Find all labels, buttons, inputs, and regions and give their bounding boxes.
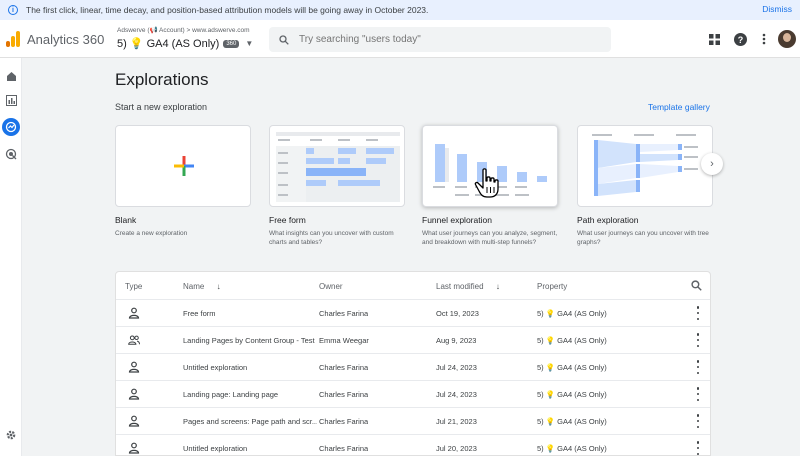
row-name[interactable]: Pages and screens: Page path and scr... <box>183 417 317 426</box>
avatar[interactable] <box>778 30 796 48</box>
row-more-vert-icon[interactable] <box>695 360 701 374</box>
left-nav-rail <box>0 58 22 456</box>
row-modified: Jul 21, 2023 <box>436 417 477 426</box>
property-badge: 360 <box>223 39 240 48</box>
col-header-name[interactable]: Name ↓ <box>183 282 221 291</box>
search-input[interactable] <box>299 34 599 45</box>
row-name[interactable]: Landing Pages by Content Group - Test <box>183 336 317 345</box>
row-property: 5) 💡 GA4 (AS Only) <box>537 417 607 426</box>
account-breadcrumb[interactable]: Adswerve (📢 Account) > www.adswerve.com <box>117 26 250 34</box>
row-modified: Jul 24, 2023 <box>436 363 477 372</box>
person-icon <box>128 415 140 427</box>
analytics-logo-icon[interactable] <box>6 31 20 47</box>
person-icon <box>128 361 140 373</box>
template-gallery-link[interactable]: Template gallery <box>648 102 710 112</box>
person-icon <box>128 307 140 319</box>
table-row[interactable]: Untitled exploration Charles Farina Jul … <box>116 353 710 380</box>
template-card-blank[interactable] <box>115 125 251 207</box>
template-title: Blank <box>115 215 137 225</box>
template-desc: What insights can you uncover with custo… <box>269 230 394 246</box>
home-icon[interactable] <box>2 67 20 85</box>
help-icon[interactable]: ? <box>733 32 747 46</box>
chevron-right-icon: › <box>710 158 714 170</box>
dismiss-button[interactable]: Dismiss <box>762 4 792 14</box>
free-form-preview-icon <box>276 132 400 202</box>
plus-icon <box>174 156 194 176</box>
table-search-icon[interactable] <box>691 280 702 291</box>
row-more-vert-icon[interactable] <box>695 414 701 428</box>
row-name[interactable]: Untitled exploration <box>183 363 315 372</box>
template-card-free-form[interactable] <box>269 125 405 207</box>
template-desc: What user journeys can you uncover with … <box>577 230 709 246</box>
section-label: Start a new exploration <box>115 102 208 112</box>
svg-text:?: ? <box>737 35 743 45</box>
template-title: Path exploration <box>577 215 639 225</box>
row-property: 5) 💡 GA4 (AS Only) <box>537 336 607 345</box>
row-property: 5) 💡 GA4 (AS Only) <box>537 444 607 453</box>
table-row[interactable]: Free form Charles Farina Oct 19, 2023 5)… <box>116 299 710 326</box>
people-icon <box>128 335 140 345</box>
row-owner: Charles Farina <box>319 417 369 426</box>
search-bar[interactable] <box>269 27 611 52</box>
row-property: 5) 💡 GA4 (AS Only) <box>537 390 607 399</box>
app-title: Analytics 360 <box>27 32 105 47</box>
row-modified: Aug 9, 2023 <box>436 336 477 345</box>
template-desc: Create a new exploration <box>115 230 188 237</box>
explorations-table: Type Name ↓ Owner Last modified ↓ Proper… <box>115 271 711 456</box>
search-icon <box>279 34 289 45</box>
info-icon: i <box>8 5 18 15</box>
col-header-type: Type <box>125 282 143 291</box>
row-property: 5) 💡 GA4 (AS Only) <box>537 363 607 372</box>
row-property: 5) 💡 GA4 (AS Only) <box>537 309 607 318</box>
notification-banner: i The first click, linear, time decay, a… <box>0 0 800 20</box>
page-title: Explorations <box>115 70 209 89</box>
reports-icon[interactable] <box>2 91 20 109</box>
col-header-owner: Owner <box>319 282 343 291</box>
carousel-next-button[interactable]: › <box>701 153 723 175</box>
col-header-property: Property <box>537 282 568 291</box>
arrow-down-icon: ↓ <box>216 282 221 291</box>
person-icon <box>128 442 140 454</box>
row-owner: Charles Farina <box>319 444 369 453</box>
row-owner: Charles Farina <box>319 309 369 318</box>
template-card-path[interactable] <box>577 125 713 207</box>
row-owner: Charles Farina <box>319 363 369 372</box>
table-row[interactable]: Landing Pages by Content Group - Test Em… <box>116 326 710 353</box>
top-header: Analytics 360 Adswerve (📢 Account) > www… <box>0 20 800 58</box>
hand-cursor-icon <box>474 168 499 198</box>
col-header-modified[interactable]: Last modified ↓ <box>436 282 500 291</box>
settings-gear-icon[interactable] <box>2 426 20 444</box>
table-row[interactable]: Untitled exploration Charles Farina Jul … <box>116 434 710 455</box>
col-header-modified-label: Last modified <box>436 282 484 291</box>
property-selector[interactable]: 5) 💡 GA4 (AS Only) 360 ▼ <box>117 37 253 50</box>
person-icon <box>128 388 140 400</box>
explore-icon[interactable] <box>2 118 20 136</box>
row-name[interactable]: Landing page: Landing page <box>183 390 315 399</box>
row-more-vert-icon[interactable] <box>695 306 701 320</box>
template-title: Funnel exploration <box>422 215 492 225</box>
advertising-icon[interactable] <box>2 145 20 163</box>
row-modified: Oct 19, 2023 <box>436 309 479 318</box>
template-title: Free form <box>269 215 306 225</box>
row-more-vert-icon[interactable] <box>695 387 701 401</box>
template-desc: What user journeys can you analyze, segm… <box>422 230 558 246</box>
more-vert-icon[interactable] <box>757 32 771 46</box>
property-label: 5) 💡 GA4 (AS Only) <box>117 38 220 50</box>
row-modified: Jul 20, 2023 <box>436 444 477 453</box>
row-more-vert-icon[interactable] <box>695 441 701 455</box>
arrow-down-icon: ↓ <box>495 282 500 291</box>
row-name[interactable]: Free form <box>183 309 315 318</box>
row-modified: Jul 24, 2023 <box>436 390 477 399</box>
apps-grid-icon[interactable] <box>707 32 721 46</box>
row-more-vert-icon[interactable] <box>695 333 701 347</box>
table-row[interactable]: Pages and screens: Page path and scr... … <box>116 407 710 434</box>
row-name[interactable]: Untitled exploration <box>183 444 315 453</box>
table-row[interactable]: Landing page: Landing page Charles Farin… <box>116 380 710 407</box>
path-preview-icon <box>592 134 698 196</box>
row-owner: Emma Weegar <box>319 336 369 345</box>
row-owner: Charles Farina <box>319 390 369 399</box>
banner-text: The first click, linear, time decay, and… <box>26 5 429 15</box>
chevron-down-icon: ▼ <box>245 39 254 48</box>
col-header-name-label: Name <box>183 282 205 291</box>
